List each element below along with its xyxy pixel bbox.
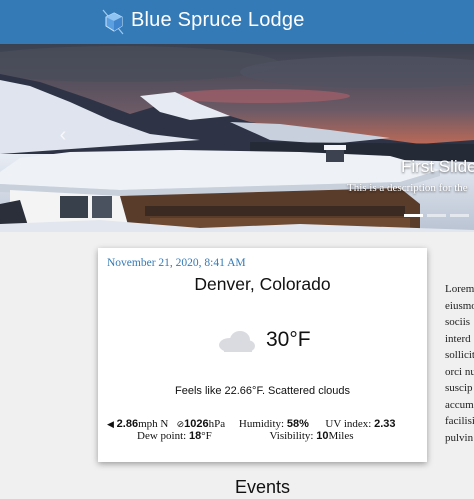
weather-date: November 21, 2020, 8:41 AM bbox=[107, 257, 246, 269]
lorem-line: sociis bbox=[445, 316, 471, 328]
lorem-line: accum bbox=[445, 398, 474, 411]
dew-point-label: Dew point: bbox=[137, 430, 187, 442]
weather-card: November 21, 2020, 8:41 AM Denver, Color… bbox=[98, 248, 427, 462]
lorem-line: interd bbox=[445, 332, 471, 345]
pressure-unit: hPa bbox=[208, 418, 226, 430]
lorem-line: pulvin bbox=[445, 431, 474, 444]
slide-title: First Slide bbox=[401, 157, 474, 176]
visibility-value: 10 bbox=[316, 430, 329, 442]
visibility-label: Visibility: bbox=[269, 430, 314, 442]
lorem-text-column: Lorem eiusmo sociis interd sollicit orci… bbox=[445, 281, 474, 446]
wind-unit: mph N bbox=[138, 418, 169, 430]
lorem-line: suscip bbox=[445, 382, 473, 394]
dew-point-unit: °F bbox=[201, 430, 212, 442]
wind-value: 2.86 bbox=[116, 418, 139, 430]
lorem-line: Lorem bbox=[445, 283, 474, 295]
lorem-line: eiusmo bbox=[445, 299, 474, 312]
events-heading: Events bbox=[234, 477, 291, 497]
carousel-prev-button[interactable]: ‹ bbox=[54, 124, 72, 146]
image-carousel[interactable]: ‹ First Slide This is a description for … bbox=[0, 44, 474, 232]
weather-details-row-1: ◀ 2.86mph N ⊘1026hPa Humidity: 58% UV in… bbox=[107, 418, 396, 430]
humidity-label: Humidity: bbox=[238, 418, 285, 430]
blue-crystal-icon[interactable] bbox=[101, 8, 127, 36]
carousel-indicator-1[interactable] bbox=[404, 214, 423, 217]
uv-index-label: UV index: bbox=[325, 418, 372, 430]
humidity-value: 58% bbox=[286, 418, 309, 430]
weather-city: Denver, Colorado bbox=[194, 274, 331, 294]
cloud-icon bbox=[219, 331, 255, 352]
dew-point-value: 18 bbox=[188, 430, 202, 442]
weather-feels-like: Feels like 22.66°F. Scattered clouds bbox=[175, 385, 350, 397]
uv-index-value: 2.33 bbox=[374, 418, 396, 430]
pressure-value: 1026 bbox=[184, 418, 209, 430]
weather-temperature: 30°F bbox=[266, 328, 311, 351]
lorem-line: facilisi bbox=[445, 415, 474, 427]
top-navbar: Blue Spruce Lodge bbox=[0, 0, 474, 44]
chevron-left-icon: ‹ bbox=[59, 124, 67, 146]
lorem-line: orci nu bbox=[445, 365, 474, 378]
carousel-indicator-3[interactable] bbox=[450, 214, 469, 217]
brand-title[interactable]: Blue Spruce Lodge bbox=[131, 9, 305, 32]
carousel-indicators bbox=[404, 214, 469, 217]
wind-direction-icon: ◀ bbox=[107, 419, 114, 429]
slide-description: This is a description for the bbox=[347, 182, 468, 194]
carousel-indicator-2[interactable] bbox=[427, 214, 446, 217]
lorem-line: sollicit bbox=[445, 349, 474, 361]
pressure-icon: ⊘ bbox=[176, 419, 185, 429]
visibility-unit: Miles bbox=[328, 430, 354, 442]
weather-details-row-2: Dew point: 18°F Visibility: 10Miles bbox=[137, 430, 354, 442]
